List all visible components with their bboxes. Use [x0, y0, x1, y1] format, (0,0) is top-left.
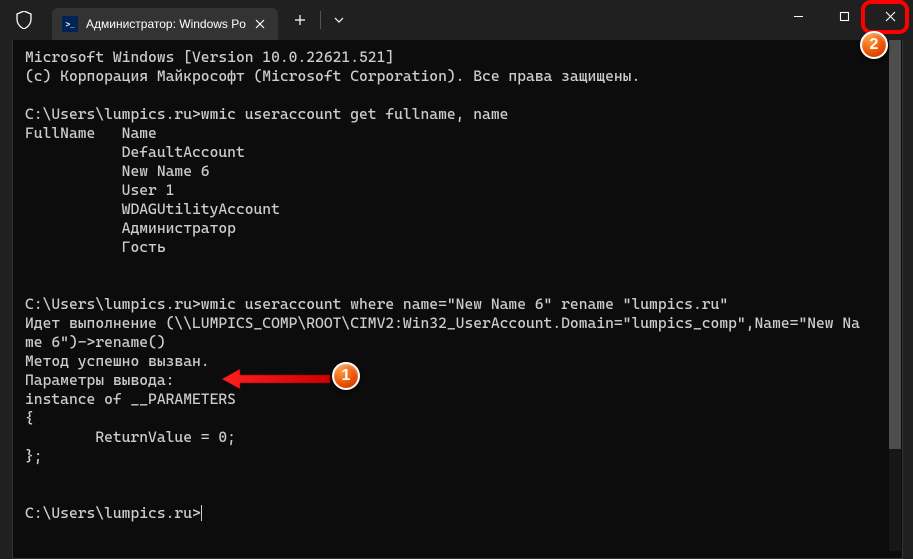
tab-dropdown-button[interactable]	[325, 6, 353, 34]
terminal-output[interactable]: Microsoft Windows [Version 10.0.22621.52…	[12, 40, 903, 559]
output-line: ReturnValue = 0;	[25, 428, 236, 446]
output-line: FullName Name	[25, 124, 157, 142]
output-line: Идет выполнение (\\LUMPICS_COMP\ROOT\CIM…	[25, 314, 860, 332]
scrollbar[interactable]	[889, 40, 901, 551]
output-line: };	[25, 447, 43, 465]
output-line: Параметры вывода:	[25, 371, 174, 389]
output-line: Администратор	[25, 219, 236, 237]
output-line: User 1	[25, 181, 174, 199]
new-tab-button[interactable]	[286, 6, 314, 34]
output-line: (c) Корпорация Майкрософт (Microsoft Cor…	[25, 67, 640, 85]
output-line: C:\Users\lumpics.ru>wmic useraccount whe…	[25, 295, 728, 313]
output-line: Гость	[25, 238, 166, 256]
tab-active[interactable]: >_ Администратор: Windows Po	[52, 8, 278, 40]
scroll-thumb[interactable]	[889, 40, 901, 449]
output-line: instance of __PARAMETERS	[25, 390, 236, 408]
powershell-icon: >_	[62, 16, 78, 32]
cursor	[201, 505, 202, 521]
output-line: New Name 6	[25, 162, 210, 180]
tab-close-button[interactable]	[252, 16, 268, 32]
tab-title: Администратор: Windows Po	[86, 17, 246, 31]
divider	[320, 11, 321, 29]
output-line: DefaultAccount	[25, 143, 245, 161]
output-line: Microsoft Windows [Version 10.0.22621.52…	[25, 48, 394, 66]
minimize-button[interactable]	[775, 0, 821, 32]
titlebar: >_ Администратор: Windows Po	[0, 0, 913, 40]
output-line: WDAGUtilityAccount	[25, 200, 280, 218]
output-line: me 6")->rename()	[25, 333, 166, 351]
output-line: {	[25, 409, 34, 427]
maximize-button[interactable]	[821, 0, 867, 32]
prompt-line: C:\Users\lumpics.ru>	[25, 504, 201, 522]
shield-icon	[14, 10, 34, 30]
output-line: C:\Users\lumpics.ru>wmic useraccount get…	[25, 105, 508, 123]
window-controls	[775, 0, 913, 40]
close-window-button[interactable]	[867, 0, 913, 32]
output-line: Метод успешно вызван.	[25, 352, 210, 370]
